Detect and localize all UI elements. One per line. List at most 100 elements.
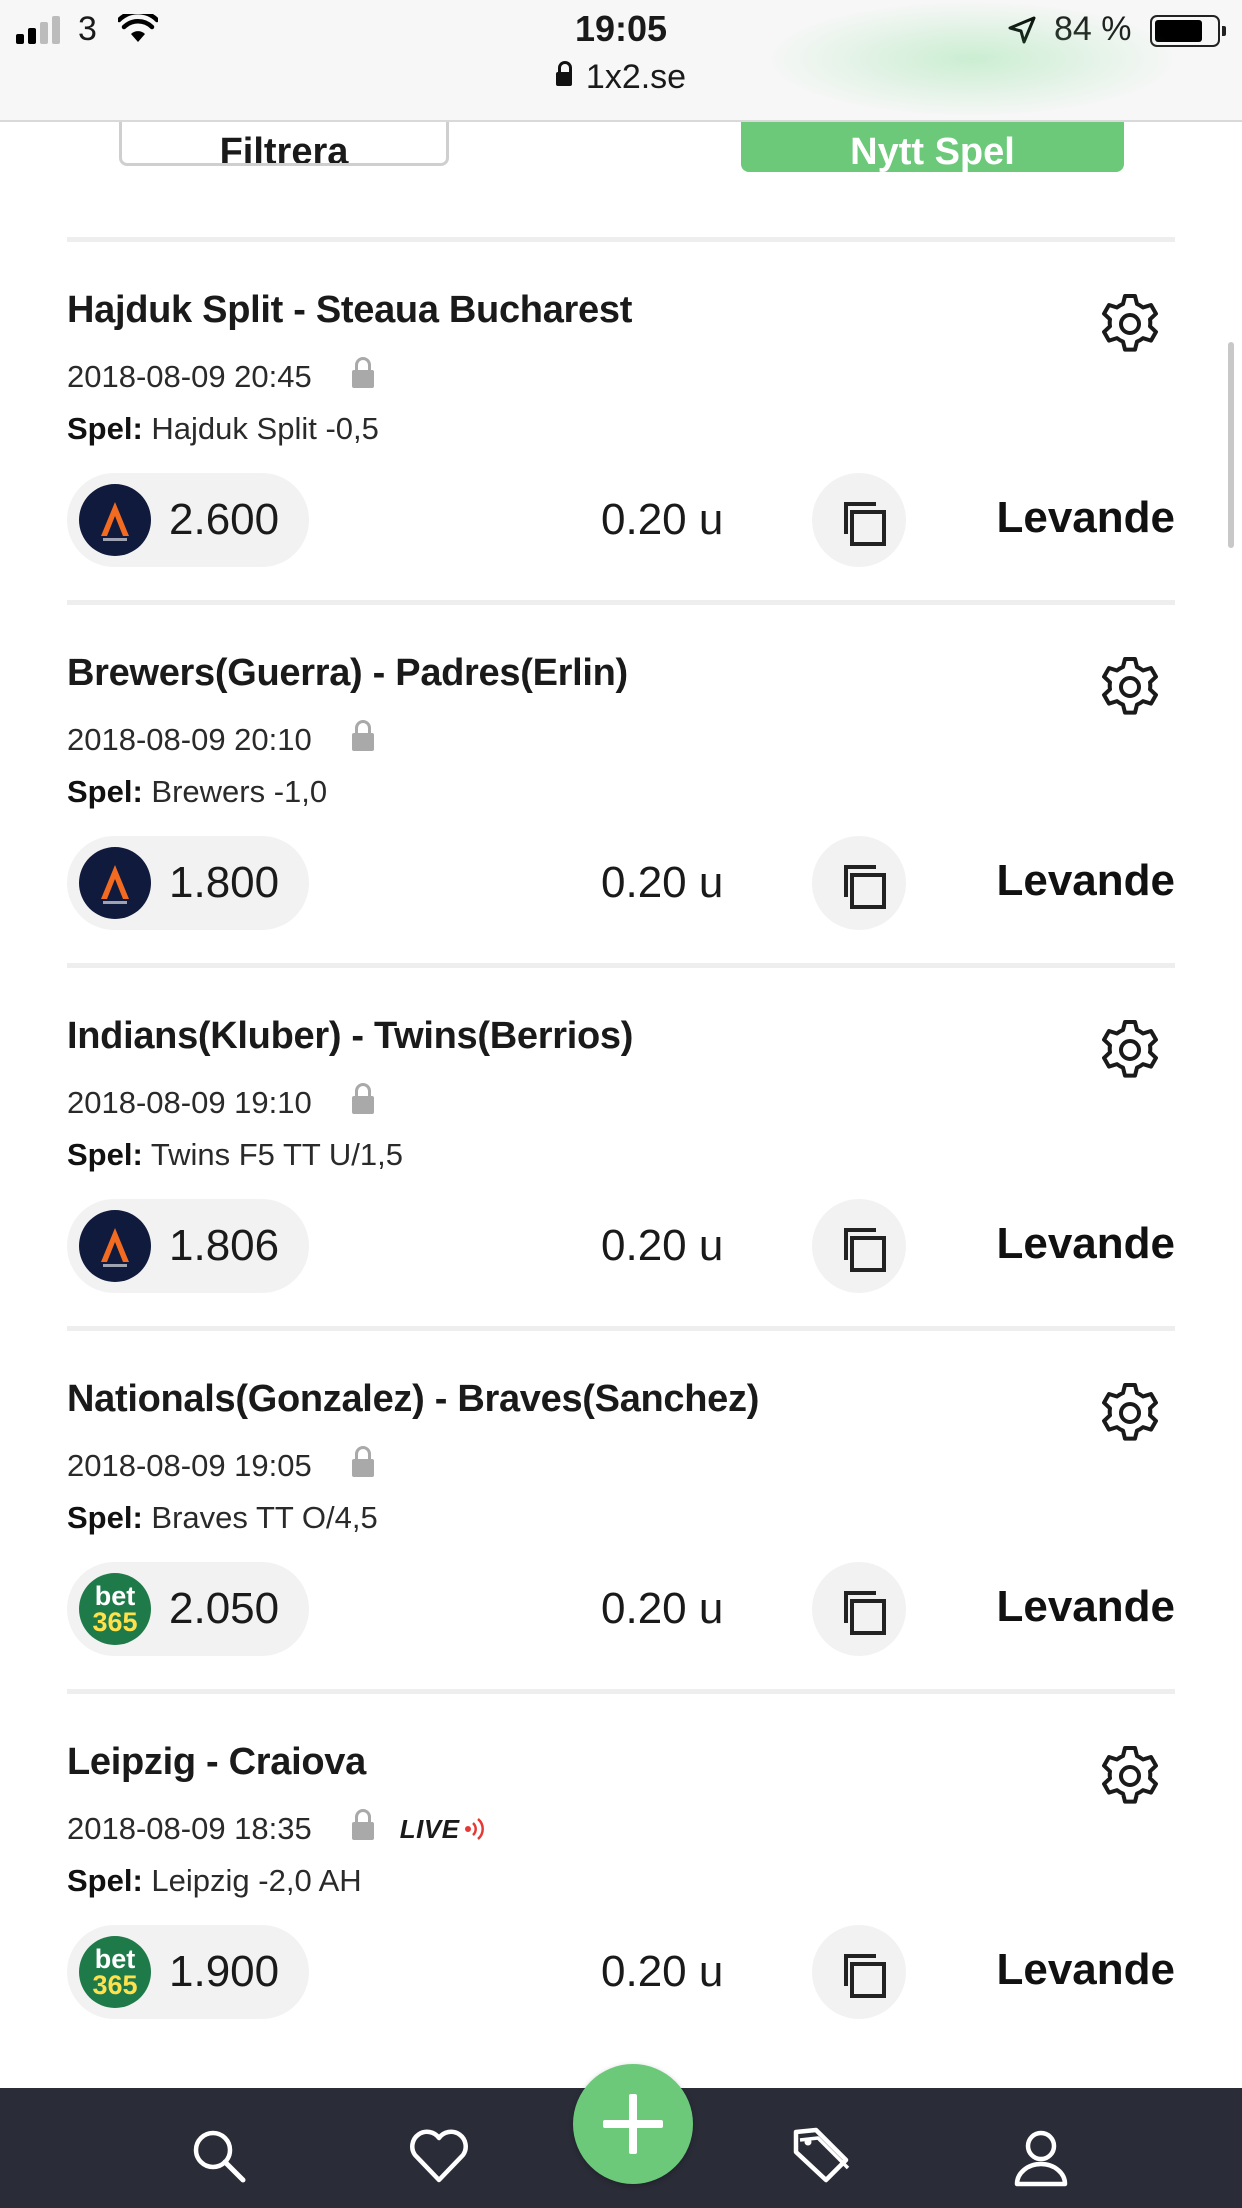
bet-pick: Spel: Leipzig -2,0 AH [67, 1863, 362, 1899]
heart-icon[interactable] [407, 2124, 471, 2188]
lock-icon [351, 1809, 374, 1840]
odds-pill[interactable]: 1.806 [67, 1199, 309, 1293]
bet-pick: Spel: Brewers -1,0 [67, 774, 327, 810]
gear-icon[interactable] [1097, 291, 1163, 357]
odds-pill[interactable]: 1.800 [67, 836, 309, 930]
user-icon[interactable] [1009, 2124, 1073, 2188]
bet-pick: Spel: Braves TT O/4,5 [67, 1500, 378, 1536]
match-datetime: 2018-08-09 19:10 [67, 1085, 312, 1120]
new-bet-label: Nytt Spel [850, 131, 1015, 172]
pick-label: Spel: [67, 1863, 143, 1898]
bet-status: Levande [996, 856, 1175, 905]
match-title[interactable]: Brewers(Guerra) - Padres(Erlin) [67, 652, 628, 695]
pick-value: Brewers -1,0 [151, 774, 328, 809]
stake-value: 0.20 u [601, 495, 724, 544]
lock-icon [351, 720, 374, 751]
card-divider [67, 237, 1175, 242]
bet365-logo-bottom: 365 [92, 1607, 138, 1637]
copy-button[interactable] [812, 836, 906, 930]
bet-meta: 2018-08-09 19:10 [67, 1083, 374, 1121]
pinnacle-logo [79, 847, 151, 919]
odds-value: 1.800 [169, 858, 280, 907]
match-title[interactable]: Nationals(Gonzalez) - Braves(Sanchez) [67, 1378, 759, 1421]
copy-button[interactable] [812, 1199, 906, 1293]
pick-label: Spel: [67, 1500, 143, 1535]
match-title[interactable]: Hajduk Split - Steaua Bucharest [67, 289, 632, 332]
bet-pick: Spel: Twins F5 TT U/1,5 [67, 1137, 403, 1173]
pick-label: Spel: [67, 411, 143, 446]
copy-button[interactable] [812, 1925, 906, 2019]
pick-value: Hajduk Split -0,5 [151, 411, 379, 446]
filter-label: Filtrera [219, 131, 349, 166]
scrollbar[interactable] [1228, 342, 1234, 548]
battery-percent: 84 % [1054, 10, 1132, 48]
match-datetime: 2018-08-09 19:05 [67, 1448, 312, 1483]
pinnacle-mark-icon [101, 865, 129, 904]
stake-value: 0.20 u [601, 1584, 724, 1633]
card-divider [67, 600, 1175, 605]
pinnacle-logo [79, 1210, 151, 1282]
bet-meta: 2018-08-09 20:10 [67, 720, 374, 758]
stake-value: 0.20 u [601, 1947, 724, 1996]
live-label: LIVE [399, 1813, 460, 1844]
bet-card: Nationals(Gonzalez) - Braves(Sanchez) 20… [67, 1326, 1175, 1689]
pick-value: Braves TT O/4,5 [151, 1500, 378, 1535]
card-divider [67, 1689, 1175, 1694]
bet-status: Levande [996, 1219, 1175, 1268]
bet-card: Leipzig - Craiova 2018-08-09 18:35 LIVE … [67, 1689, 1175, 2052]
bet365-logo-bottom: 365 [92, 1970, 138, 2000]
pinnacle-mark-icon [101, 1228, 129, 1267]
lock-icon [351, 1083, 374, 1114]
pinnacle-logo [79, 484, 151, 556]
odds-pill[interactable]: 2.600 [67, 473, 309, 567]
add-bet-fab[interactable] [573, 2064, 693, 2184]
odds-value: 1.900 [169, 1947, 280, 1996]
bet-pick: Spel: Hajduk Split -0,5 [67, 411, 379, 447]
bet-card: Indians(Kluber) - Twins(Berrios) 2018-08… [67, 963, 1175, 1326]
gear-icon[interactable] [1097, 1380, 1163, 1446]
pick-label: Spel: [67, 1137, 143, 1172]
match-datetime: 2018-08-09 20:45 [67, 359, 312, 394]
bet-card: Brewers(Guerra) - Padres(Erlin) 2018-08-… [67, 600, 1175, 963]
lock-icon [555, 61, 572, 86]
location-arrow-icon [1008, 16, 1036, 44]
card-divider [67, 963, 1175, 968]
lock-icon [351, 357, 374, 388]
pick-value: Twins F5 TT U/1,5 [150, 1137, 403, 1172]
gear-icon[interactable] [1097, 1017, 1163, 1083]
bet-status: Levande [996, 1582, 1175, 1631]
copy-button[interactable] [812, 1562, 906, 1656]
battery-fill [1155, 20, 1203, 42]
pick-label: Spel: [67, 774, 143, 809]
pick-value: Leipzig -2,0 AH [151, 1863, 362, 1898]
odds-value: 1.806 [169, 1221, 280, 1270]
stake-value: 0.20 u [601, 858, 724, 907]
match-datetime: 2018-08-09 20:10 [67, 722, 312, 757]
bet-meta: 2018-08-09 20:45 [67, 357, 374, 395]
browser-status-bar: 3 19:05 1x2.se 84 % [0, 0, 1242, 122]
bet365-logo-top: bet [94, 1944, 136, 1974]
live-badge: LIVE [400, 1814, 486, 1845]
broadcast-icon [464, 1818, 484, 1840]
match-title[interactable]: Leipzig - Craiova [67, 1741, 366, 1784]
search-icon[interactable] [187, 2124, 251, 2188]
gear-icon[interactable] [1097, 1743, 1163, 1809]
gear-icon[interactable] [1097, 654, 1163, 720]
copy-button[interactable] [812, 473, 906, 567]
odds-pill[interactable]: bet 365 1.900 [67, 1925, 309, 2019]
address-bar[interactable]: 1x2.se [0, 58, 1242, 97]
match-title[interactable]: Indians(Kluber) - Twins(Berrios) [67, 1015, 633, 1058]
odds-pill[interactable]: bet 365 2.050 [67, 1562, 309, 1656]
pinnacle-mark-icon [101, 502, 129, 541]
bet-status: Levande [996, 493, 1175, 542]
bet365-logo: bet 365 [79, 1573, 151, 1645]
url-text: 1x2.se [585, 58, 687, 96]
odds-value: 2.050 [169, 1584, 280, 1633]
bet-card: Hajduk Split - Steaua Bucharest 2018-08-… [67, 237, 1175, 600]
bet365-logo-top: bet [94, 1581, 136, 1611]
bet-meta: 2018-08-09 19:05 [67, 1446, 374, 1484]
stake-value: 0.20 u [601, 1221, 724, 1270]
match-datetime: 2018-08-09 18:35 [67, 1811, 312, 1846]
tag-icon[interactable] [790, 2124, 854, 2188]
bet-status: Levande [996, 1945, 1175, 1994]
